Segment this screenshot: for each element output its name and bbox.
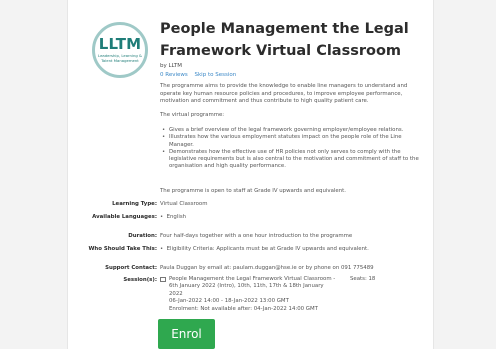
programme-bullets: Gives a brief overview of the legal fram… <box>160 127 422 171</box>
session-dates: 06-Jan-2022 14:00 - 18-Jan-2022 13:00 GM… <box>169 298 289 305</box>
session-seats: Seats: 18 <box>350 276 376 282</box>
course-links: 0 Reviews Skip to Session <box>160 72 241 78</box>
duration-value: Four half-days together with a one hour … <box>160 233 353 239</box>
lltm-logo: LLTM Leadership, Learning & Talent Manag… <box>92 22 148 78</box>
who-should-take-value: • Eligibility Criteria: Applicants must … <box>160 246 369 253</box>
bullet-icon: • <box>160 214 167 220</box>
support-contact-value: Paula Duggan by email at: paulam.duggan@… <box>160 265 374 271</box>
learning-type-value: Virtual Classroom <box>160 201 208 207</box>
page-background: LLTM Leadership, Learning & Talent Manag… <box>0 0 496 349</box>
virtual-heading: The virtual programme: <box>160 112 225 118</box>
support-contact-label: Support Contact: <box>105 265 157 271</box>
audience-note: The programme is open to staff at Grade … <box>160 188 346 194</box>
list-item: Demonstrates how the effective use of HR… <box>160 149 422 171</box>
learning-type-label: Learning Type: <box>112 201 157 207</box>
eligibility-text: Eligibility Criteria: Applicants must be… <box>166 246 369 252</box>
reviews-link[interactable]: 0 Reviews <box>160 72 188 78</box>
session-item[interactable]: People Management the Legal Framework Vi… <box>160 276 422 313</box>
session-enrolment-deadline: Enrolment: Not available after: 04-Jan-2… <box>169 305 318 312</box>
duration-label: Duration: <box>128 233 157 239</box>
session-title: People Management the Legal Framework Vi… <box>169 276 336 297</box>
left-margin <box>0 0 68 349</box>
list-item: Illustrates how the various employment s… <box>160 134 422 149</box>
enrol-button[interactable]: Enrol <box>158 319 215 349</box>
list-item: Gives a brief overview of the legal fram… <box>160 127 422 135</box>
course-title: People Management the Legal Framework Vi… <box>160 21 409 59</box>
logo-tagline: Leadership, Learning & Talent Management <box>98 53 142 63</box>
bullet-icon: • <box>160 246 167 252</box>
course-provider: by LLTM <box>160 63 182 69</box>
languages-value: • English <box>160 214 186 221</box>
language-english: English <box>166 214 187 220</box>
who-should-take-label: Who Should Take This: <box>88 246 157 252</box>
calendar-icon <box>160 277 166 282</box>
skip-to-session-link[interactable]: Skip to Session <box>195 72 237 78</box>
course-detail-panel: LLTM Leadership, Learning & Talent Manag… <box>68 0 433 349</box>
course-intro: The programme aims to provide the knowle… <box>160 83 408 105</box>
right-margin <box>433 0 496 349</box>
languages-label: Available Languages: <box>92 214 157 220</box>
logo-text: LLTM <box>98 35 142 53</box>
sessions-label: Session(s): <box>123 277 157 283</box>
